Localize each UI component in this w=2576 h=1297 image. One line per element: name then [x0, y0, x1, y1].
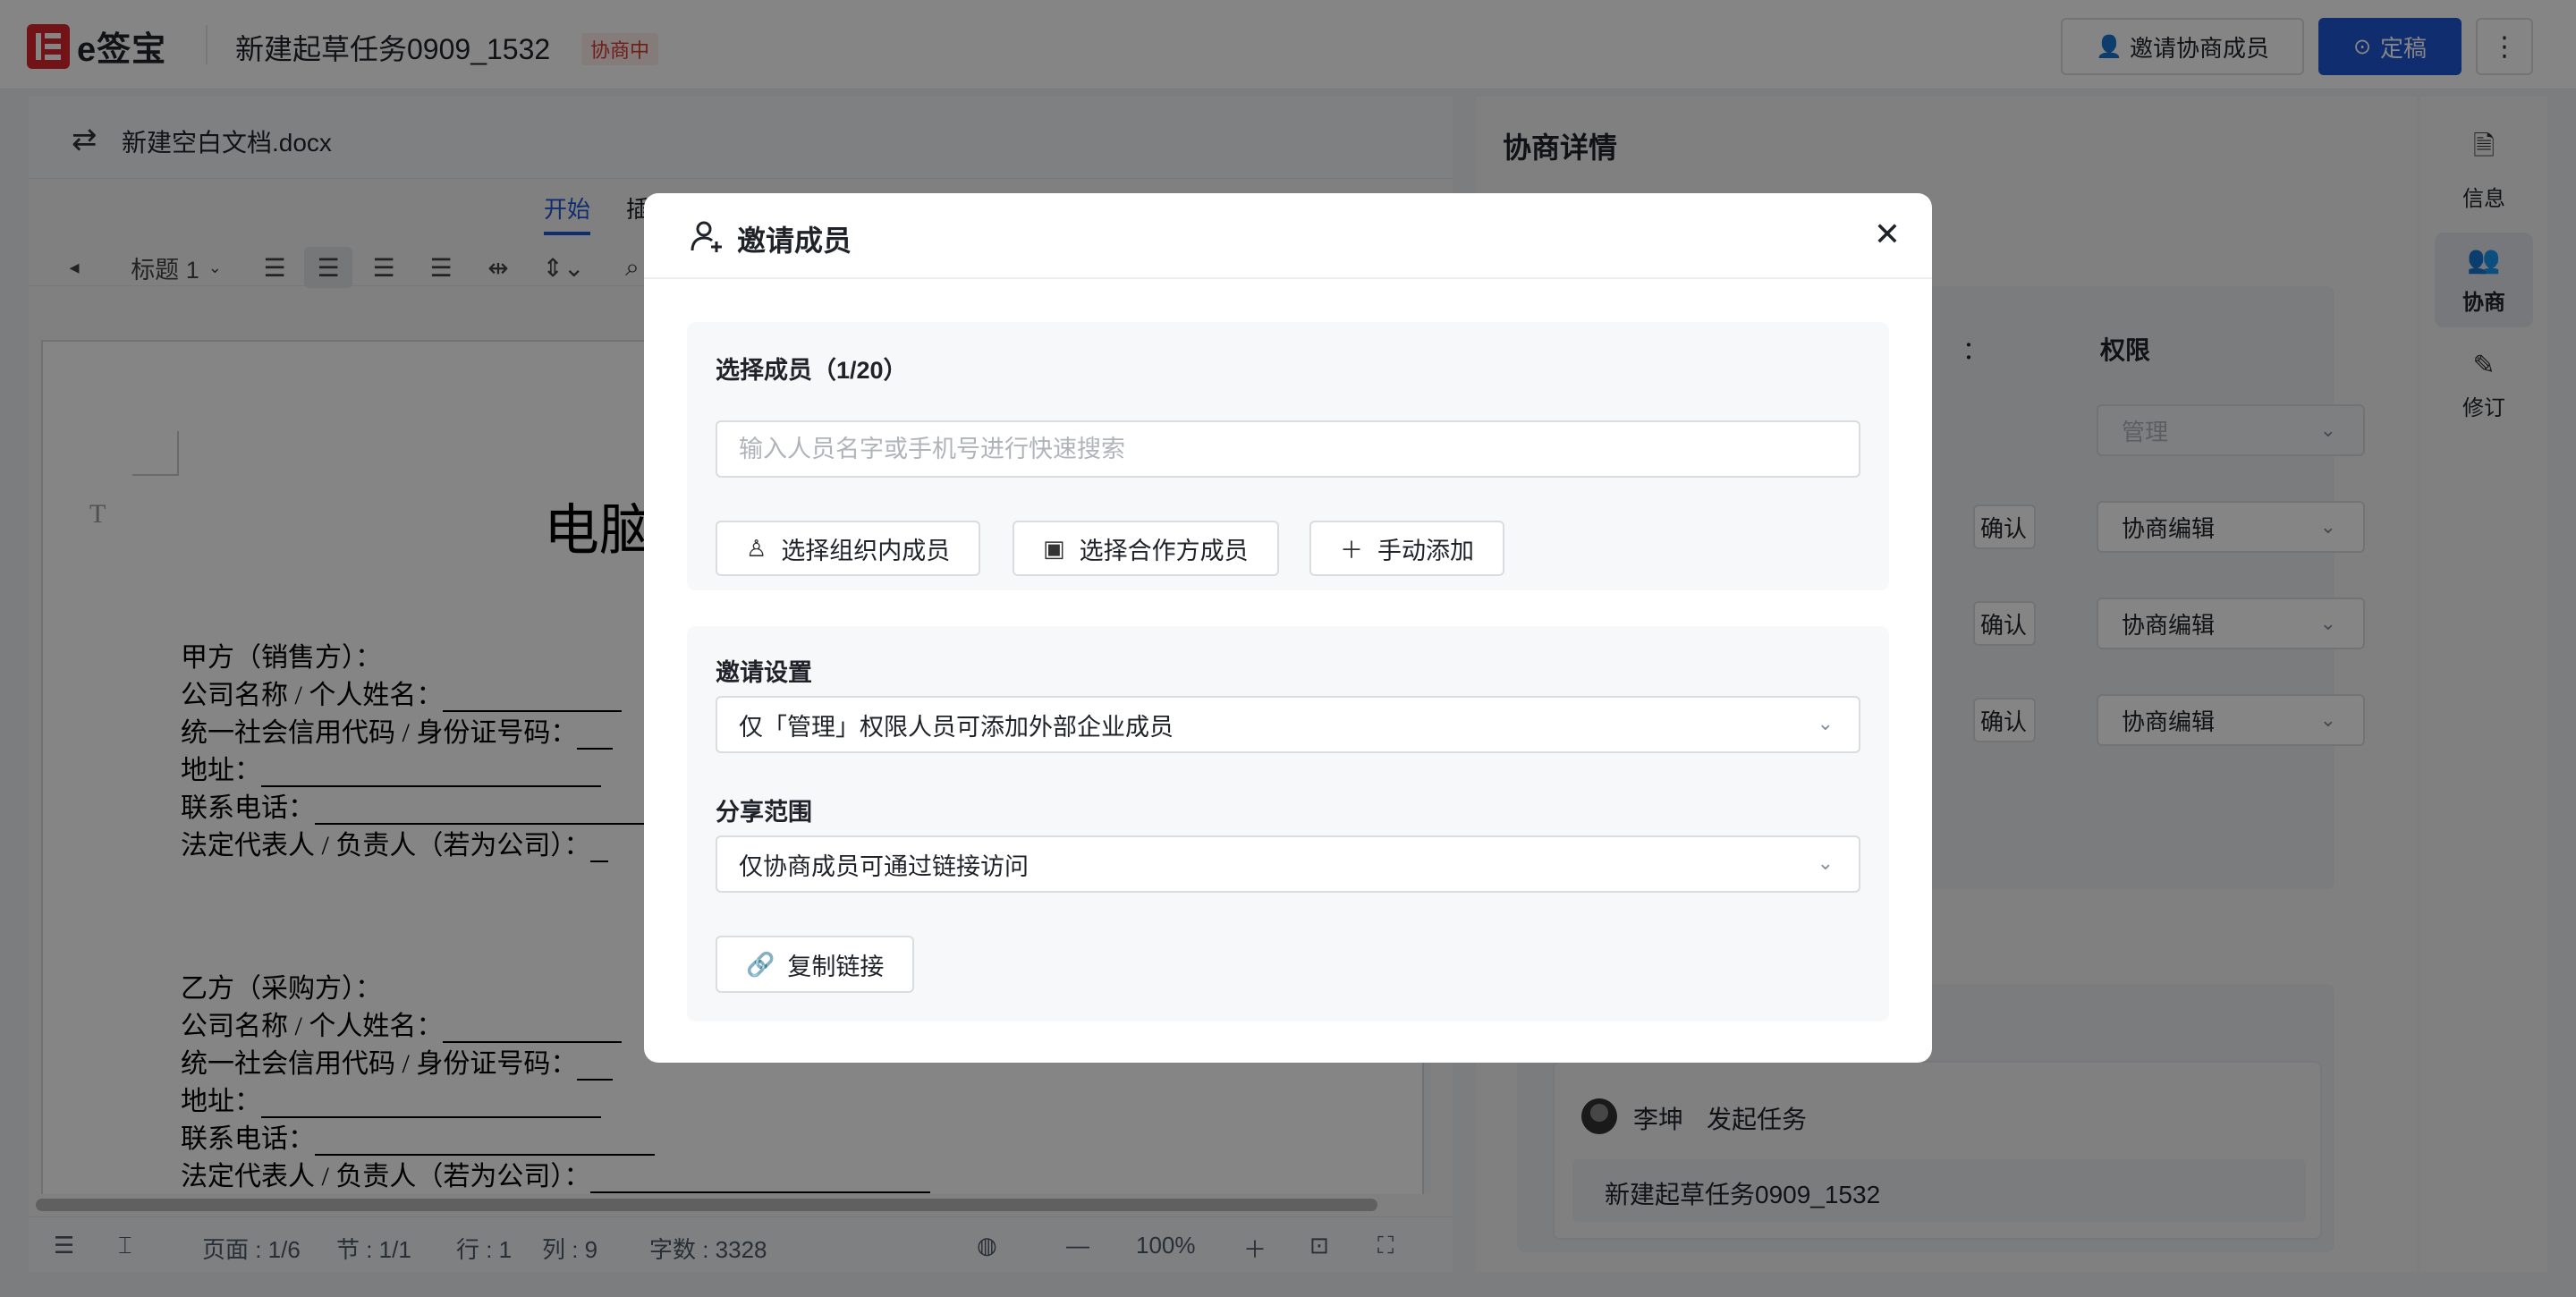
manual-add-label: 手动添加 [1377, 537, 1475, 564]
select-org-members-button[interactable]: ♙ 选择组织内成员 [716, 521, 981, 576]
copy-link-label: 复制链接 [787, 953, 885, 980]
link-icon: 🔗 [746, 950, 775, 978]
member-search-input[interactable] [716, 420, 1860, 478]
select-members-label: 选择成员（1/20） [716, 357, 908, 384]
select-partner-members-label: 选择合作方成员 [1079, 537, 1249, 564]
copy-link-button[interactable]: 🔗 复制链接 [716, 936, 915, 993]
share-scope-select[interactable]: 仅协商成员可通过链接访问 ⌄ [716, 835, 1860, 893]
add-user-icon [691, 221, 722, 252]
building-icon: ▣ [1043, 534, 1065, 562]
chevron-down-icon: ⌄ [1817, 852, 1834, 874]
select-partner-members-button[interactable]: ▣ 选择合作方成员 [1013, 521, 1279, 576]
select-org-members-label: 选择组织内成员 [781, 537, 951, 564]
manual-add-button[interactable]: ＋ 手动添加 [1309, 521, 1505, 576]
user-icon: ♙ [746, 534, 767, 562]
invite-members-dialog: 邀请成员 ✕ 选择成员（1/20） ♙ 选择组织内成员 ▣ 选择合作方成员 ＋ … [644, 193, 1932, 1063]
chevron-down-icon: ⌄ [1817, 712, 1834, 734]
invite-settings-value: 仅「管理」权限人员可添加外部企业成员 [739, 713, 1174, 741]
share-scope-value: 仅协商成员可通过链接访问 [739, 852, 1029, 880]
plus-icon: ＋ [1340, 536, 1364, 564]
invite-settings-label: 邀请设置 [716, 659, 812, 686]
invite-settings-select[interactable]: 仅「管理」权限人员可添加外部企业成员 ⌄ [716, 696, 1860, 753]
invite-settings-section: 邀请设置 仅「管理」权限人员可添加外部企业成员 ⌄ 分享范围 仅协商成员可通过链… [687, 626, 1889, 1021]
close-icon[interactable]: ✕ [1868, 215, 1907, 254]
dialog-title: 邀请成员 [737, 225, 852, 257]
dialog-header: 邀请成员 ✕ [644, 193, 1932, 279]
select-members-section: 选择成员（1/20） ♙ 选择组织内成员 ▣ 选择合作方成员 ＋ 手动添加 [687, 322, 1889, 590]
share-scope-label: 分享范围 [716, 799, 812, 826]
